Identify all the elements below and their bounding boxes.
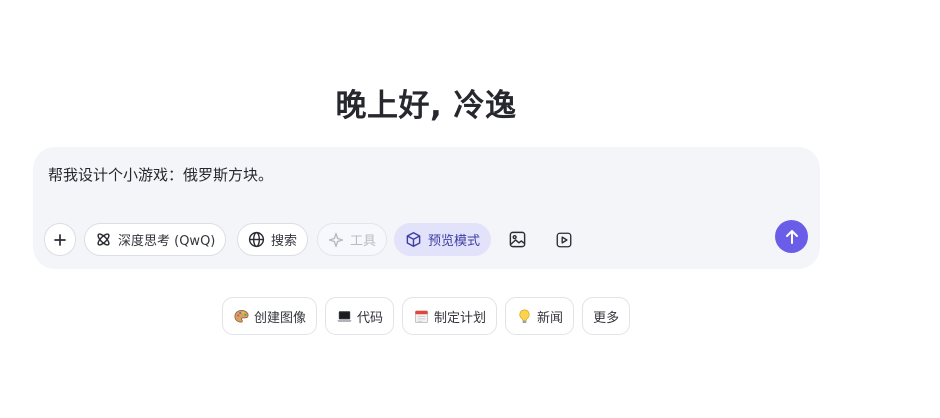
suggestion-label: 更多 <box>593 310 620 326</box>
search-label: 搜索 <box>271 234 298 249</box>
suggestion-plan[interactable]: 制定计划 <box>402 297 498 335</box>
deep-think-toggle[interactable]: 深度思考 (QwQ) <box>84 223 227 256</box>
prompt-input[interactable]: 帮我设计个小游戏：俄罗斯方块。 <box>48 164 273 185</box>
suggestion-label: 代码 <box>357 310 384 326</box>
tools-toggle[interactable]: 工具 <box>317 223 388 256</box>
greeting-title: 晚上好, 冷逸 <box>335 88 517 124</box>
play-square-icon <box>556 232 571 247</box>
suggestion-code[interactable]: 代码 <box>325 297 395 335</box>
suggestion-create-image[interactable]: 创建图像 <box>222 297 318 335</box>
palette-icon <box>234 309 249 323</box>
deep-think-label: 深度思考 (QwQ) <box>118 234 216 249</box>
web-search-toggle[interactable]: 搜索 <box>237 223 309 256</box>
suggestion-more[interactable]: 更多 <box>582 297 631 335</box>
image-icon <box>509 231 526 248</box>
sparkle-icon <box>328 232 344 247</box>
arrow-up-icon <box>785 229 798 244</box>
suggestion-label: 制定计划 <box>434 310 487 326</box>
suggestion-label: 创建图像 <box>254 310 307 326</box>
calendar-icon <box>415 309 429 323</box>
preview-mode-toggle[interactable]: 预览模式 <box>394 223 492 256</box>
video-button[interactable] <box>550 226 577 253</box>
tools-label: 工具 <box>350 234 377 249</box>
laptop-icon <box>337 310 352 322</box>
atom-icon <box>97 233 110 246</box>
cube-icon <box>406 231 421 248</box>
prompt-composer[interactable]: 帮我设计个小游戏：俄罗斯方块。 深度思考 (QwQ) 搜索 工具 预览模式 <box>33 147 820 269</box>
plus-icon <box>54 233 66 246</box>
suggestion-label: 新闻 <box>537 310 564 326</box>
chat-home: 晚上好, 冷逸 帮我设计个小游戏：俄罗斯方块。 深度思考 (QwQ) 搜索 工具… <box>0 0 940 418</box>
preview-label: 预览模式 <box>428 234 481 249</box>
suggestion-chips: 创建图像 代码 制定计划 新闻 更多 <box>222 297 631 335</box>
add-attachment-button[interactable] <box>44 223 76 256</box>
globe-icon <box>248 231 265 248</box>
send-button[interactable] <box>775 220 808 253</box>
suggestion-news[interactable]: 新闻 <box>505 297 575 335</box>
image-upload-button[interactable] <box>504 226 531 253</box>
lightbulb-icon <box>519 309 530 323</box>
